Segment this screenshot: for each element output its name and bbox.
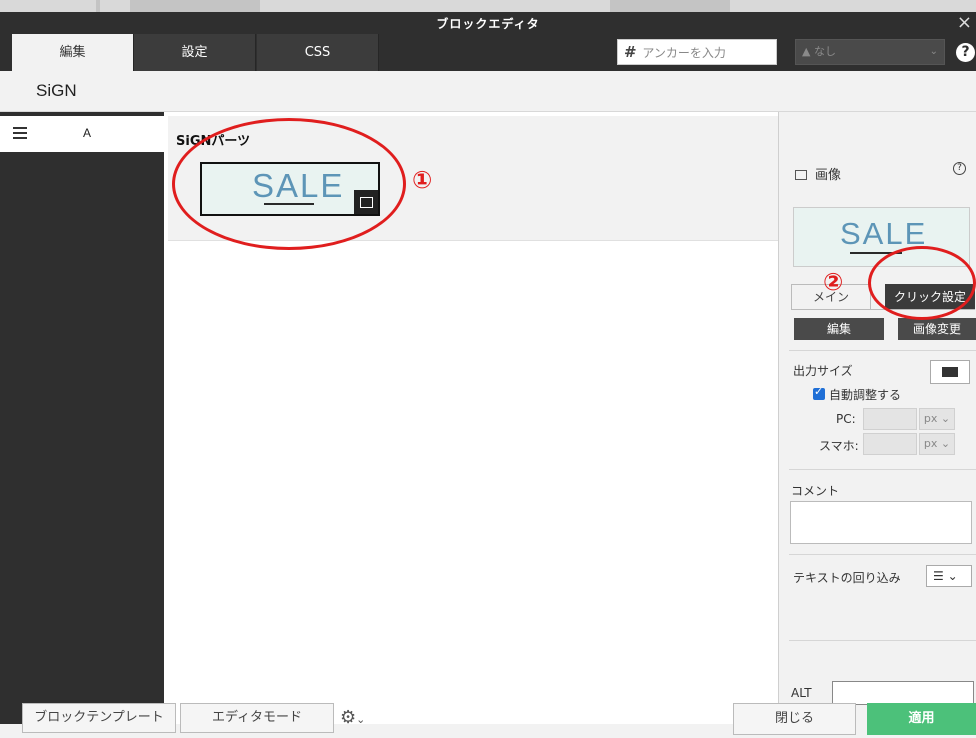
help-icon[interactable]: ? — [953, 162, 966, 175]
block-list-sidebar: A — [0, 112, 164, 724]
background-tick — [96, 0, 100, 12]
sidebar-item-label: A — [83, 126, 92, 140]
alt-input[interactable] — [832, 681, 974, 705]
background-block — [130, 0, 260, 12]
sale-image-caption-line — [264, 203, 314, 205]
divider — [789, 469, 976, 470]
divider — [789, 640, 976, 641]
annotation-number-1: ① — [412, 166, 433, 194]
class-select-value: なし — [813, 45, 836, 58]
sign-parts-title: SiGNパーツ — [176, 134, 251, 149]
image-preview: SALE — [793, 207, 970, 267]
block-name: SiGN — [36, 81, 77, 100]
output-size-button[interactable] — [930, 360, 970, 384]
sp-unit-value: px — [923, 437, 938, 450]
hash-icon: # — [624, 43, 637, 61]
preview-caption-line — [850, 252, 902, 254]
sp-unit-select[interactable]: px ⌄ — [919, 433, 955, 455]
divider — [789, 554, 976, 555]
comment-input[interactable] — [790, 501, 972, 544]
comment-label: コメント — [791, 484, 840, 498]
background-block — [610, 0, 730, 12]
auto-adjust-label: 自動調整する — [829, 388, 902, 402]
chevron-down-icon: ⌄ — [937, 437, 951, 450]
sp-label: スマホ: — [819, 439, 859, 453]
background-window-strip — [0, 0, 976, 12]
close-icon[interactable]: × — [957, 12, 972, 34]
tab-divider — [791, 309, 975, 310]
pc-unit-value: px — [923, 412, 938, 425]
text-wrap-icon: ☰ — [933, 569, 944, 583]
tab-css[interactable]: CSS — [257, 34, 379, 71]
apply-button[interactable]: 適用 — [867, 703, 976, 735]
sp-size-input[interactable] — [863, 433, 917, 455]
sidebar-item-a[interactable]: A — [0, 116, 164, 152]
close-button[interactable]: 閉じる — [733, 703, 856, 735]
chevron-down-icon: ⌄ — [356, 713, 366, 726]
sign-parts-block[interactable]: SiGNパーツ SALE — [168, 116, 778, 241]
chevron-down-icon: ⌄ — [929, 46, 938, 57]
tab-click-settings[interactable]: クリック設定 — [885, 284, 975, 310]
pc-unit-select[interactable]: px ⌄ — [919, 408, 955, 430]
properties-panel: 画像 ? SALE メイン クリック設定 編集 画像変更 出力サイズ 自動調整す… — [778, 112, 976, 724]
editor-mode-button[interactable]: エディタモード — [180, 703, 334, 733]
panel-header: 画像 — [795, 164, 841, 183]
block-template-button[interactable]: ブロックテンプレート — [22, 703, 176, 733]
auto-adjust-checkbox[interactable] — [813, 385, 825, 400]
pc-label: PC: — [836, 412, 856, 426]
change-image-button[interactable]: 画像変更 — [898, 318, 976, 340]
panel-title: 画像 — [815, 168, 842, 183]
output-size-label: 出力サイズ — [793, 364, 853, 378]
preview-text: SALE — [840, 216, 928, 251]
tab-settings[interactable]: 設定 — [134, 34, 256, 71]
sale-image[interactable]: SALE — [200, 162, 380, 216]
gear-icon[interactable]: ⚙⌄ — [340, 707, 365, 728]
image-icon — [795, 170, 807, 180]
tab-bar: 編集 設定 CSS # アンカーを入力 ▲ なし ⌄ ? — [0, 34, 976, 71]
dialog-titlebar: ブロックエディタ × — [0, 12, 976, 34]
annotation-number-2: ② — [823, 268, 844, 296]
block-name-bar: SiGN — [0, 71, 976, 112]
image-icon[interactable] — [354, 190, 378, 214]
tag-icon: ▲ — [802, 45, 814, 58]
text-wrap-label: テキストの回り込み — [793, 571, 901, 585]
editor-canvas: SiGNパーツ SALE — [164, 112, 778, 724]
help-icon[interactable]: ? — [956, 43, 975, 62]
text-wrap-select[interactable]: ☰ ⌄ — [926, 565, 972, 587]
drag-handle-icon[interactable] — [13, 127, 27, 139]
anchor-placeholder: アンカーを入力 — [642, 46, 726, 60]
dialog-title: ブロックエディタ — [436, 17, 540, 31]
divider — [789, 350, 976, 351]
class-select[interactable]: ▲ なし ⌄ — [795, 39, 945, 65]
edit-image-button[interactable]: 編集 — [794, 318, 884, 340]
tab-edit[interactable]: 編集 — [12, 34, 134, 71]
chevron-down-icon: ⌄ — [937, 412, 951, 425]
sale-image-text: SALE — [252, 167, 345, 204]
pc-size-input[interactable] — [863, 408, 917, 430]
alt-label: ALT — [791, 686, 812, 700]
anchor-input[interactable]: # アンカーを入力 — [617, 39, 777, 65]
chevron-down-icon: ⌄ — [943, 569, 958, 583]
